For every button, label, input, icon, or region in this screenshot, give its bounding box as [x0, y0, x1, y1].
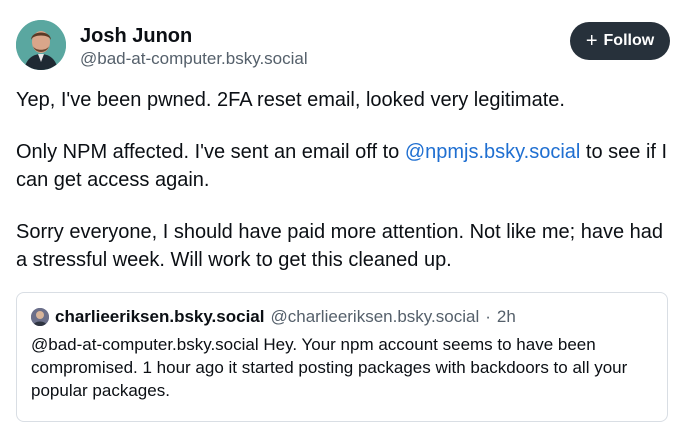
post-paragraph-1: Yep, I've been pwned. 2FA reset email, l… [16, 89, 565, 111]
author-name[interactable]: Josh Junon [80, 24, 192, 48]
quoted-author-avatar[interactable] [31, 308, 49, 326]
author-handle[interactable]: @bad-at-computer.bsky.social [80, 48, 308, 70]
post-text: Yep, I've been pwned. 2FA reset email, l… [16, 86, 676, 298]
quoted-post-text: @bad-at-computer.bsky.social Hey. Your n… [31, 335, 628, 400]
follow-label: Follow [603, 32, 655, 49]
quoted-author-name[interactable]: charlieeriksen.bsky.social [55, 307, 264, 327]
plus-icon: + [585, 30, 598, 52]
post-paragraph-2-text: Only NPM affected. I've sent an email of… [16, 141, 405, 163]
post-paragraph-3: Sorry everyone, I should have paid more … [16, 221, 664, 271]
quoted-author-handle[interactable]: @charlieeriksen.bsky.social [270, 307, 479, 327]
separator-dot: · [485, 307, 491, 326]
author-avatar[interactable] [16, 20, 66, 70]
follow-button[interactable]: + Follow [570, 22, 670, 60]
quoted-post-header: charlieeriksen.bsky.social @charlieeriks… [31, 305, 653, 329]
quoted-post-time[interactable]: 2h [497, 307, 516, 327]
post-card: Josh Junon @bad-at-computer.bsky.social … [0, 0, 690, 422]
mention-link[interactable]: @npmjs.bsky.social [405, 141, 581, 163]
post-paragraph-2: Only NPM affected. I've sent an email of… [16, 138, 676, 194]
